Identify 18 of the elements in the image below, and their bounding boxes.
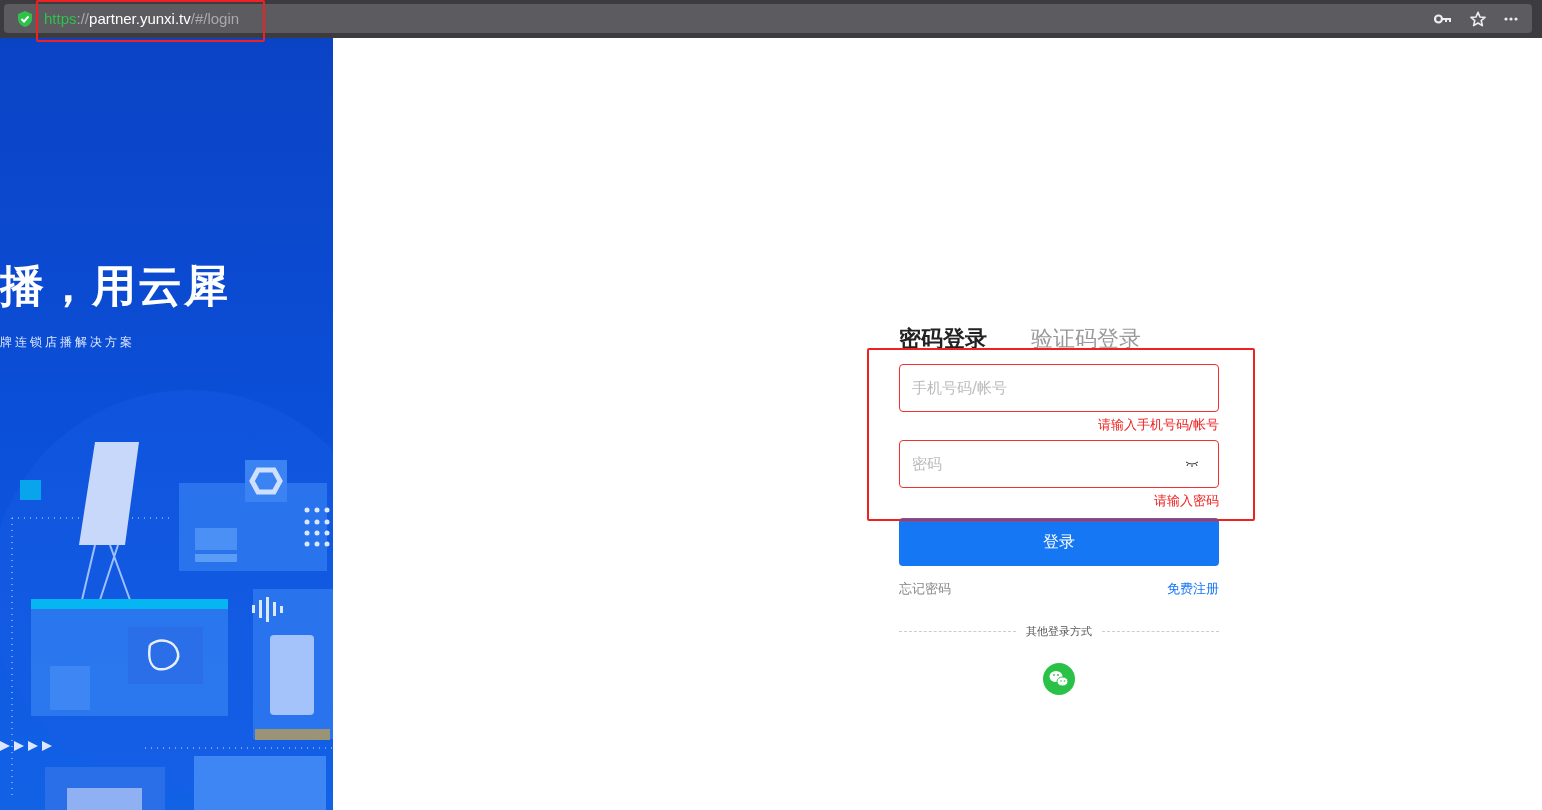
forgot-password-link[interactable]: 忘记密码 xyxy=(899,580,951,598)
error-message: 请输入手机号码/帐号 xyxy=(1097,416,1219,434)
closed-eye-icon[interactable] xyxy=(1185,461,1199,467)
login-button[interactable]: 登录 xyxy=(899,518,1219,566)
banner-subtitle: 牌连锁店播解决方案 xyxy=(0,334,136,351)
star-icon[interactable] xyxy=(1470,10,1486,27)
more-icon[interactable] xyxy=(1504,16,1518,21)
address-bar[interactable]: https://partner.yunxi.tv/#/login xyxy=(4,4,1532,33)
key-icon[interactable] xyxy=(1434,13,1452,24)
address-text: https://partner.yunxi.tv/#/login xyxy=(44,10,240,27)
password-field[interactable]: 密码 xyxy=(899,440,1219,488)
login-tab[interactable]: 验证码登录 xyxy=(1031,324,1141,354)
login-tab[interactable]: 密码登录 xyxy=(899,324,987,354)
account-field[interactable]: 手机号码/帐号 xyxy=(899,364,1219,412)
error-message: 请输入密码 xyxy=(1154,492,1219,510)
register-link[interactable]: 免费注册 xyxy=(1167,580,1219,598)
other-login-label: 其他登录方式 xyxy=(1026,624,1092,639)
shield-check-icon xyxy=(18,10,32,27)
